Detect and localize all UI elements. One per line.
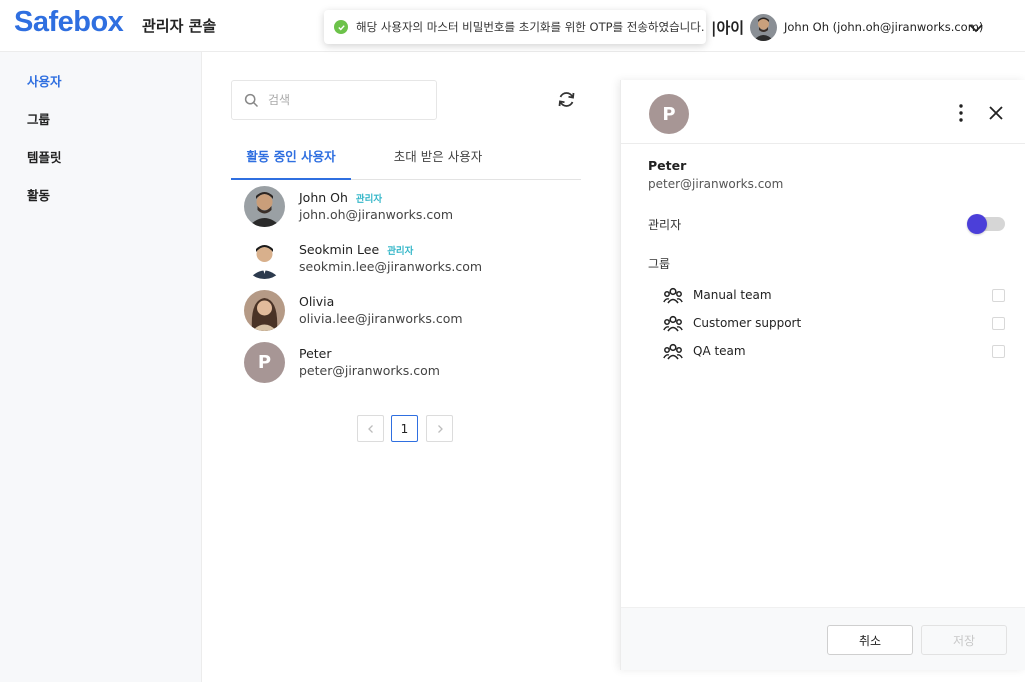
group-item: Manual team (663, 285, 1008, 307)
search-input[interactable] (268, 89, 428, 111)
toast-notification: 해당 사용자의 마스터 비밀번호를 초기화를 위한 OTP를 전송하였습니다. (324, 10, 706, 44)
header-user-info[interactable]: John Oh (john.oh@jiranworks.com) (784, 20, 983, 34)
list-item[interactable]: Seokmin Lee 관리자 seokmin.lee@jiranworks.co… (231, 235, 581, 285)
header-partial-text: |아이 (711, 19, 745, 37)
top-header: Safebox 관리자 콘솔 |아이 John Oh (john.oh@jira… (0, 0, 1025, 52)
admin-badge: 관리자 (355, 194, 383, 205)
detail-footer: 취소 저장 (621, 607, 1025, 670)
detail-user-name: Peter (648, 158, 687, 173)
group-name: Manual team (693, 288, 772, 302)
sidebar-item-groups[interactable]: 그룹 (0, 102, 202, 138)
page-number-button[interactable]: 1 (391, 415, 418, 442)
sidebar: 사용자 그룹 템플릿 활동 (0, 52, 202, 682)
group-name: Customer support (693, 316, 802, 330)
group-checkbox[interactable] (992, 317, 1005, 330)
safebox-logo[interactable]: Safebox (14, 6, 124, 39)
group-checkbox[interactable] (992, 345, 1005, 358)
avatar (244, 238, 285, 279)
chevron-left-icon (367, 424, 373, 433)
list-item[interactable]: Olivia olivia.lee@jiranworks.com (231, 287, 581, 337)
close-icon[interactable] (987, 104, 1005, 122)
more-options-icon[interactable] (953, 102, 969, 124)
admin-toggle[interactable] (967, 214, 1005, 234)
avatar: P (649, 94, 689, 134)
group-icon (663, 315, 683, 333)
user-name: John Oh 관리자 (299, 190, 383, 205)
admin-badge: 관리자 (387, 246, 414, 257)
user-name: Olivia (299, 294, 335, 309)
user-tabs: 활동 중인 사용자 초대 받은 사용자 (231, 140, 581, 180)
user-email: seokmin.lee@jiranworks.com (299, 259, 483, 274)
user-name: Seokmin Lee 관리자 (299, 242, 414, 257)
search-icon (244, 93, 259, 108)
sidebar-item-activity[interactable]: 활동 (0, 178, 202, 214)
sidebar-item-users[interactable]: 사용자 (0, 64, 202, 100)
chevron-right-icon (437, 424, 443, 433)
group-name: QA team (693, 344, 746, 358)
tab-active-users[interactable]: 활동 중인 사용자 (231, 140, 351, 180)
avatar: P (244, 342, 285, 383)
user-email: peter@jiranworks.com (299, 363, 440, 378)
avatar (244, 186, 285, 227)
search-box[interactable] (231, 80, 437, 120)
group-icon (663, 287, 683, 305)
group-checkbox[interactable] (992, 289, 1005, 302)
group-item: Customer support (663, 313, 1008, 335)
refresh-icon[interactable] (556, 89, 577, 110)
list-item[interactable]: John Oh 관리자 john.oh@jiranworks.com (231, 183, 581, 233)
group-label: 그룹 (648, 257, 671, 271)
prev-page-button[interactable] (357, 415, 384, 442)
group-item: QA team (663, 341, 1008, 363)
list-item[interactable]: P Peter peter@jiranworks.com (231, 339, 581, 389)
console-title: 관리자 콘솔 (142, 17, 217, 35)
group-icon (663, 343, 683, 361)
cancel-button[interactable]: 취소 (827, 625, 913, 655)
toggle-knob (967, 214, 987, 234)
header-user-avatar[interactable] (750, 14, 777, 41)
toast-message: 해당 사용자의 마스터 비밀번호를 초기화를 위한 OTP를 전송하였습니다. (356, 20, 705, 34)
admin-label: 관리자 (648, 218, 682, 232)
detail-user-email: peter@jiranworks.com (648, 177, 784, 191)
save-button[interactable]: 저장 (921, 625, 1007, 655)
user-name: Peter (299, 346, 332, 361)
tab-invited-users[interactable]: 초대 받은 사용자 (361, 140, 515, 180)
next-page-button[interactable] (426, 415, 453, 442)
user-email: john.oh@jiranworks.com (299, 207, 454, 222)
detail-header: P (621, 80, 1025, 144)
sidebar-item-templates[interactable]: 템플릿 (0, 140, 202, 176)
check-circle-icon (334, 20, 348, 34)
user-detail-panel: P Peter peter@jiranworks.com 관리자 그룹 Manu… (620, 80, 1025, 670)
chevron-down-icon[interactable] (967, 19, 985, 37)
avatar (244, 290, 285, 331)
user-email: olivia.lee@jiranworks.com (299, 311, 463, 326)
